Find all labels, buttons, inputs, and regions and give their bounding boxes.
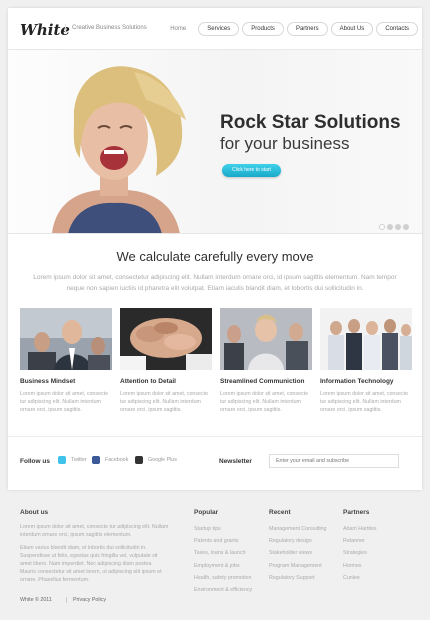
facebook-icon [92,456,100,464]
hero-slider: Rock Star Solutions for your business Cl… [8,50,422,234]
footer-link[interactable]: Retanner [343,535,377,547]
footer-link[interactable]: Regulatory Support [269,572,326,584]
nav-products[interactable]: Products [242,22,284,36]
footer-popular: Popular Startup tips Patents and grants … [194,509,252,596]
privacy-policy-link[interactable]: Privacy Policy [66,597,106,603]
google-plus-link[interactable]: Google Plus [135,456,177,464]
slide-dot[interactable] [403,224,409,230]
footer-link[interactable]: Regulatory design [269,535,326,547]
footer-link[interactable]: Hormes [343,560,377,572]
feature-title: Business Mindset [20,378,76,385]
footer-partners: Partners Adam Hartites Retanner Strategi… [343,509,377,584]
intro-heading: We calculate carefully every move [116,249,314,264]
feature-text: Lorem ipsum dolor sit amet, consecte tur… [120,391,209,413]
nav-about-us[interactable]: About Us [330,22,374,36]
nav-home[interactable]: Home [161,22,195,36]
google-plus-icon [135,456,143,464]
feature-card: Information Technology Lorem ipsum dolor… [320,308,412,414]
slide-dot[interactable] [387,224,393,230]
footer-recent-heading: Recent [269,509,291,516]
newsletter-label: Newsletter [219,458,252,465]
facebook-link[interactable]: Facebook [92,456,128,464]
footer-popular-heading: Popular [194,509,219,516]
business-mindset-image[interactable] [20,308,112,370]
footer-link[interactable]: Management Consulting [269,523,326,535]
footer-link[interactable]: Stakeholder views [269,547,326,559]
feature-card: Streamlined Communiction Lorem ipsum dol… [220,308,312,414]
feature-title: Attention to Detail [120,378,176,385]
footer-link[interactable]: Adam Hartites [343,523,377,535]
slide-dot[interactable] [395,224,401,230]
google-plus-label: Google Plus [148,457,177,463]
footer-link[interactable]: Employment & jobs [194,560,252,572]
footer-about-heading: About us [20,509,49,516]
footer-about-text: Etiam varius blandit diam, et lobortis d… [20,545,162,583]
attention-to-detail-image[interactable] [120,308,212,370]
features-grid: Business Mindset Lorem ipsum dolor sit a… [20,308,412,428]
hero-title: Rock Star Solutions [220,112,401,133]
footer-link[interactable]: Strategies [343,547,377,559]
feature-title: Information Technology [320,378,394,385]
twitter-label: Twitter [71,457,87,463]
slider-pagination [377,224,409,230]
intro-text: Lorem ipsum dolor sit amet, consectetur … [33,274,397,292]
feature-text: Lorem ipsum dolor sit amet, consecte tur… [220,391,309,413]
social-bar: Follow us Twitter Facebook Google Plus N… [8,436,422,490]
hero-subtitle: for your business [220,134,350,153]
footer-about-text: Lorem ipsum dolor sit amet, consecte tur… [20,524,169,538]
footer-link[interactable]: Cunlee [343,572,377,584]
footer-recent: Recent Management Consulting Regulatory … [269,509,326,584]
hero-woman-image [52,66,186,233]
facebook-label: Facebook [105,457,129,463]
feature-text: Lorem ipsum dolor sit amet, consecte tur… [20,391,109,413]
tagline: Creative Business Solutions [65,24,147,33]
nav-contacts[interactable]: Contacts [376,22,418,36]
footer-partners-heading: Partners [343,509,370,516]
site-footer: About us Lorem ipsum dolor sit amet, con… [0,495,430,620]
page-frame: White Creative Business Solutions Home S… [8,8,422,490]
logo[interactable]: White [20,21,70,39]
footer-link[interactable]: Startup tips [194,523,252,535]
footer-link[interactable]: Environment & efficiency [194,584,252,596]
footer-link[interactable]: Program Management [269,560,326,572]
feature-card: Business Mindset Lorem ipsum dolor sit a… [20,308,112,414]
feature-text: Lorem ipsum dolor sit amet, consecte tur… [320,391,409,413]
footer-link[interactable]: Taxes, loans & launch [194,547,252,559]
nav-services[interactable]: Services [198,22,240,36]
main-nav: Home Services Products Partners About Us… [158,22,418,36]
click-here-button[interactable]: Click here to start [222,164,281,177]
twitter-icon [58,456,66,464]
slide-dot[interactable] [379,224,385,230]
follow-us-label: Follow us [20,458,50,465]
nav-partners[interactable]: Partners [286,22,328,36]
streamlined-communication-image[interactable] [220,308,312,370]
information-technology-image[interactable] [320,308,412,370]
footer-about: About us Lorem ipsum dolor sit amet, con… [20,509,170,584]
footer-link[interactable]: Health, safety promotion [194,572,252,584]
footer-link[interactable]: Patents and grants [194,535,252,547]
feature-title: Streamlined Communiction [220,378,305,385]
site-header: White Creative Business Solutions Home S… [8,8,422,50]
newsletter-email-input[interactable] [269,454,399,468]
copyright: White © 2011 [20,597,52,603]
feature-card: Attention to Detail Lorem ipsum dolor si… [120,308,212,414]
twitter-link[interactable]: Twitter [58,456,87,464]
